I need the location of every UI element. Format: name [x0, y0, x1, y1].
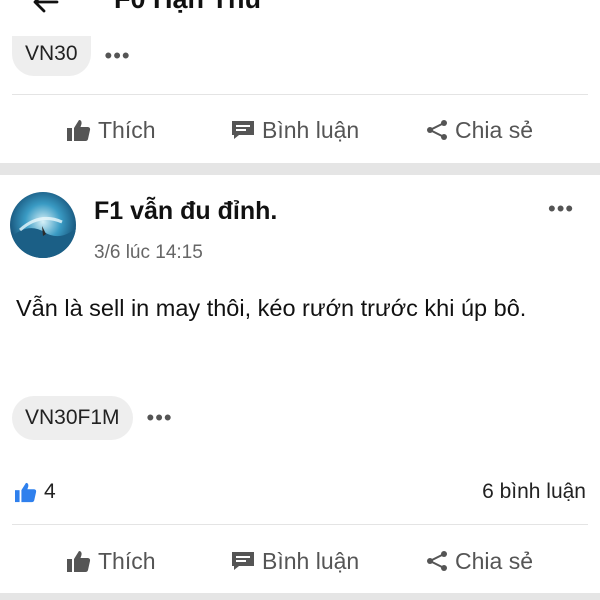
thumbs-up-icon — [67, 120, 91, 141]
prev-post-tag-more-icon[interactable]: ••• — [105, 45, 131, 67]
share-icon — [427, 120, 447, 140]
post-timestamp: 3/6 lúc 14:15 — [94, 242, 203, 263]
comment-label: Bình luận — [262, 116, 360, 143]
prev-post-share-button[interactable]: Chia sẻ — [425, 117, 533, 144]
like-count[interactable]: 4 — [14, 480, 56, 504]
back-arrow-icon[interactable] — [30, 0, 62, 18]
comment-icon — [232, 121, 254, 139]
post-header: F1 vẫn đu đỉnh. 3/6 lúc 14:15 — [0, 178, 600, 270]
divider — [12, 524, 588, 525]
post-action-row: Thích Bình luận Chia sẻ — [0, 533, 600, 589]
post-separator — [0, 163, 600, 175]
divider — [12, 94, 588, 95]
like-label: Thích — [98, 116, 156, 143]
top-app-bar: F0 Hạn Thu — [0, 0, 600, 28]
post-comment-button[interactable]: Bình luận — [230, 548, 359, 575]
prev-post-tag-chip[interactable]: VN30 — [12, 36, 91, 76]
author-name[interactable]: F1 vẫn đu đỉnh. — [94, 197, 277, 226]
post-separator — [0, 593, 600, 600]
prev-post-action-row: Thích Bình luận Chia sẻ — [0, 102, 600, 158]
prev-post-like-button[interactable]: Thích — [66, 117, 156, 144]
feed-page: F0 Hạn Thu VN30 ••• Thích Bình luận — [0, 0, 600, 600]
post-like-button[interactable]: Thích — [66, 548, 156, 575]
thumbs-up-filled-icon — [15, 482, 37, 503]
share-label: Chia sẻ — [455, 547, 533, 574]
thumbs-up-icon — [67, 551, 91, 572]
prev-post-tag-row: VN30 ••• — [12, 34, 131, 78]
avatar[interactable] — [10, 192, 76, 258]
page-title: F0 Hạn Thu — [114, 0, 261, 15]
comment-icon — [232, 552, 254, 570]
post-body: Vẫn là sell in may thôi, kéo rướn trước … — [16, 295, 527, 321]
post-tag-chip[interactable]: VN30F1M — [12, 396, 133, 440]
like-count-value: 4 — [44, 480, 56, 503]
post-tag-more-icon[interactable]: ••• — [147, 407, 173, 429]
comment-count[interactable]: 6 bình luận — [482, 480, 586, 504]
like-label: Thích — [98, 547, 156, 574]
post-more-icon[interactable]: ••• — [548, 196, 574, 222]
comment-label: Bình luận — [262, 547, 360, 574]
share-label: Chia sẻ — [455, 116, 533, 143]
share-icon — [427, 551, 447, 571]
post-share-button[interactable]: Chia sẻ — [425, 548, 533, 575]
post-tag-row: VN30F1M ••• — [12, 396, 173, 440]
post-stats-row: 4 6 bình luận — [14, 476, 586, 508]
prev-post-comment-button[interactable]: Bình luận — [230, 117, 359, 144]
